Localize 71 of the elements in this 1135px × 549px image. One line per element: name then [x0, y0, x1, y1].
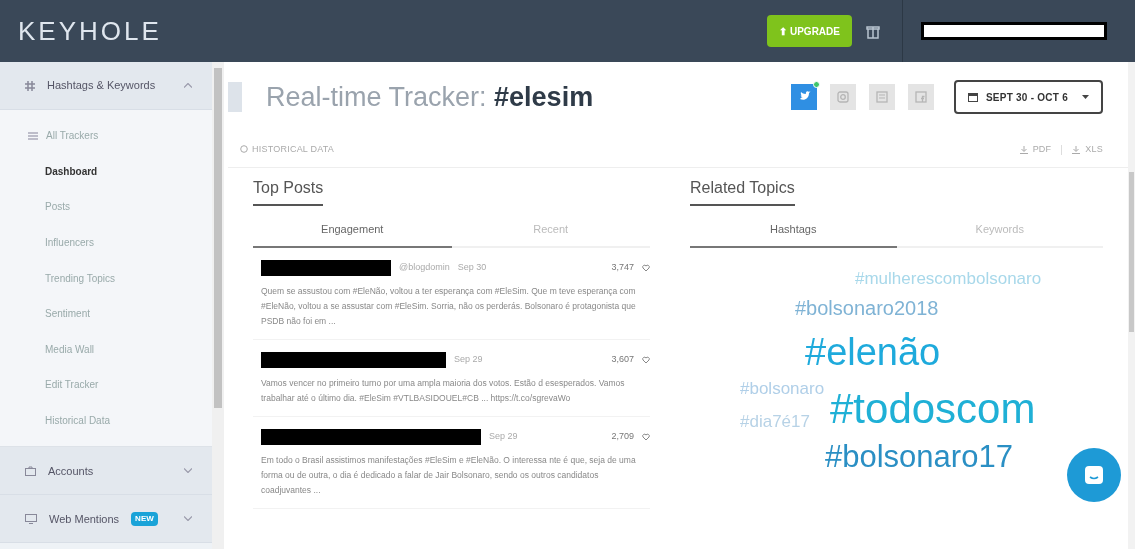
section-title: Top Posts: [253, 176, 324, 206]
date-range-button[interactable]: SEPT 30 - OCT 6: [953, 80, 1103, 114]
hashtag-word[interactable]: #bolsonaro17: [825, 441, 1013, 472]
sidebar-link[interactable]: All Trackers: [0, 118, 212, 154]
hashtag-word[interactable]: #bolsonaro: [740, 380, 825, 397]
sidebar-section[interactable]: Web Mentions NEW: [0, 495, 212, 544]
scrollbar[interactable]: [1129, 172, 1134, 332]
tab[interactable]: Engagement: [253, 212, 452, 248]
briefcase-icon: [25, 465, 36, 476]
chevron-icon: [184, 516, 192, 522]
monitor-icon: [25, 513, 37, 524]
news-icon: [874, 90, 889, 104]
engagement-count: 3,747: [611, 261, 634, 275]
post-text: Em todo o Brasil assistimos manifestações #EleSim e #EleNão. O interessa nte é que, seja de uma forma ou de outra, o dia é dedicado a falar de Jair Bolsonaro, sendo os outros candidatos coadjuvantes ...: [261, 454, 637, 497]
instagram-icon: [835, 90, 850, 104]
section-title: Related Topics: [690, 176, 795, 206]
hashtag-word[interactable]: #dia7é17: [740, 413, 810, 430]
facebook-button[interactable]: [907, 84, 934, 110]
chat-button[interactable]: [1067, 448, 1121, 502]
scrollbar[interactable]: [212, 62, 224, 549]
post-text: Quem se assustou com #EleNão, voltou a ter esperança com #EleSim. Que m teve esperança com #EleNão, voltou a se assustar com #EleSim. Sorria, não os perderás. Bolsonaro é protagonista que PSDB não foi em ...: [261, 285, 637, 328]
tab[interactable]: Keywords: [896, 212, 1103, 248]
heart-icon: [642, 264, 650, 272]
sidebar-link[interactable]: Trending Topics: [0, 260, 212, 296]
account-field[interactable]: [921, 22, 1107, 40]
sidebar-link[interactable]: Posts: [0, 189, 212, 225]
hashtag-word[interactable]: #todoscom: [830, 388, 1036, 430]
sidebar-link[interactable]: Sentiment: [0, 295, 212, 332]
facebook-icon: [913, 90, 928, 104]
tab[interactable]: Hashtags: [690, 212, 897, 248]
chevron-icon: [184, 83, 192, 88]
download-icon: [1019, 145, 1028, 154]
hashtag-word[interactable]: #mulherescombolsonaro: [855, 270, 1042, 287]
page-title: Real-time Tracker: #elesim: [266, 80, 594, 114]
new-badge: NEW: [131, 511, 158, 526]
sidebar-section[interactable]: Accounts: [0, 447, 212, 496]
post-text: Vamos vencer no primeiro turno por uma ampla maioria dos votos. Estão d esesperados. Vamos trabalhar até o último dia. #EleSim #VTLBASIDOUEL#CB ... https://t.co/sgrevaWo: [261, 377, 626, 405]
gift-icon[interactable]: [866, 23, 880, 39]
engagement-count: 3,607: [611, 353, 634, 367]
post-date: Sep 30: [457, 261, 487, 275]
calendar-icon: [967, 92, 978, 102]
instagram-button[interactable]: [829, 84, 856, 110]
download-icon: [1072, 145, 1081, 154]
post-handle: @blogdomin: [399, 261, 450, 275]
sidebar-link[interactable]: Historical Data: [0, 402, 212, 439]
collapse-tab[interactable]: [228, 82, 242, 112]
sidebar-link[interactable]: Dashboard: [0, 153, 212, 190]
hash-icon: [25, 80, 35, 91]
export-link[interactable]: XLS: [1072, 142, 1103, 157]
heart-icon: [642, 356, 650, 364]
sidebar-link[interactable]: Edit Tracker: [0, 367, 212, 403]
post-date: Sep 29: [489, 430, 518, 444]
tab[interactable]: Recent: [451, 212, 650, 248]
heart-icon: [642, 433, 650, 441]
hashtag-word[interactable]: #elenão: [805, 333, 941, 371]
logo[interactable]: KEYHOLE: [18, 11, 162, 51]
sidebar-link[interactable]: Media Wall: [0, 331, 212, 368]
engagement-count: 2,709: [611, 430, 634, 444]
sidebar-section[interactable]: Hashtags & Keywords: [0, 62, 212, 110]
news-button[interactable]: [868, 84, 895, 110]
hashtag-word[interactable]: #bolsonaro2018: [795, 298, 939, 318]
twitter-button[interactable]: [790, 84, 817, 110]
upgrade-button[interactable]: ⬆ UPGRADE: [767, 15, 852, 47]
post-date: Sep 29: [454, 353, 483, 367]
chat-icon: [1084, 465, 1104, 485]
historical-data-link[interactable]: HISTORICAL DATA: [240, 142, 335, 157]
export-link[interactable]: PDF: [1019, 142, 1052, 157]
grid-icon: [28, 131, 38, 140]
chevron-icon: [184, 468, 192, 474]
sidebar-link[interactable]: Influencers: [0, 224, 212, 261]
caret-icon: [1082, 95, 1089, 99]
